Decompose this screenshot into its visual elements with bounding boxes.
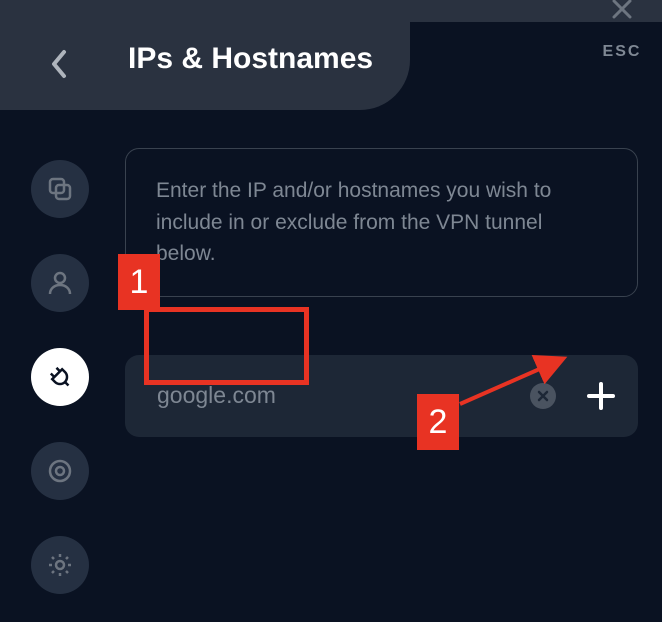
content: Enter the IP and/or hostnames you wish t… <box>125 148 638 437</box>
back-button[interactable] <box>48 48 70 85</box>
add-button[interactable] <box>584 379 618 413</box>
sidebar-item-apps[interactable] <box>31 160 89 218</box>
close-button[interactable] <box>582 0 662 29</box>
overlap-squares-icon <box>46 175 74 203</box>
info-text: Enter the IP and/or hostnames you wish t… <box>125 148 638 297</box>
page-title: IPs & Hostnames <box>128 42 373 76</box>
hostname-input[interactable] <box>155 381 530 410</box>
sidebar-item-settings[interactable] <box>31 536 89 594</box>
x-icon <box>536 389 550 403</box>
gear-icon <box>46 551 74 579</box>
user-icon <box>46 269 74 297</box>
plus-icon <box>584 379 618 413</box>
hostname-input-row <box>125 355 638 437</box>
chevron-left-icon <box>48 48 70 80</box>
sidebar <box>30 160 90 594</box>
close-icon <box>609 0 635 22</box>
sidebar-item-account[interactable] <box>31 254 89 312</box>
esc-area: ESC <box>582 0 662 61</box>
plug-icon <box>45 362 75 392</box>
sidebar-item-support[interactable] <box>31 442 89 500</box>
clear-input-button[interactable] <box>530 383 556 409</box>
header: IPs & Hostnames <box>0 0 410 110</box>
sidebar-item-connection[interactable] <box>31 348 89 406</box>
esc-label: ESC <box>582 43 662 61</box>
lifebuoy-icon <box>46 457 74 485</box>
